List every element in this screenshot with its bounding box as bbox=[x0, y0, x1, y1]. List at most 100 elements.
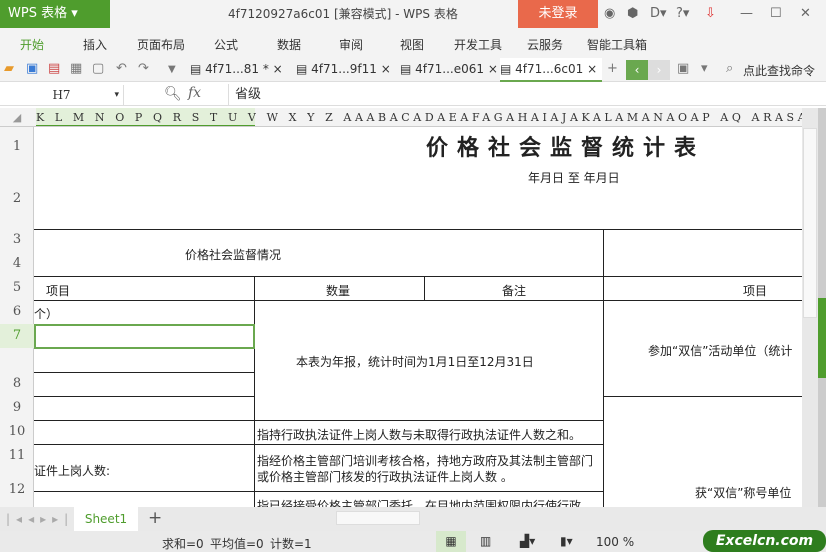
doc-tab-1[interactable]: ▤ 4f71...81 * × bbox=[190, 58, 290, 82]
page-layout-icon[interactable]: ▟▾ bbox=[520, 534, 535, 548]
print-preview-icon[interactable]: ▢ bbox=[92, 61, 104, 76]
menu-formula[interactable]: 公式 bbox=[214, 36, 238, 53]
row-2[interactable]: 2 bbox=[0, 191, 34, 206]
app-name: WPS 表格 bbox=[8, 6, 68, 21]
tab-label: 4f71...81 * bbox=[205, 62, 269, 76]
sheet-tab-sheet1[interactable]: Sheet1 bbox=[74, 507, 138, 531]
doc-tab-2[interactable]: ▤ 4f71...9f11 × bbox=[296, 58, 396, 82]
minimize-icon[interactable]: — bbox=[740, 6, 753, 21]
tab-label: 4f71...9f11 bbox=[311, 62, 377, 76]
close-tab-icon[interactable]: × bbox=[587, 62, 597, 76]
status-average: 平均值=0 bbox=[210, 537, 264, 551]
search-icon[interactable]: ⌕ bbox=[726, 61, 733, 76]
menu-developer[interactable]: 开发工具 bbox=[454, 36, 502, 53]
tab-label: 4f71...6c01 bbox=[515, 62, 584, 76]
row-11[interactable]: 11 bbox=[0, 448, 34, 463]
vertical-scrollbar[interactable] bbox=[802, 108, 818, 507]
wps-menu-button[interactable]: WPS 表格 ▾ bbox=[0, 0, 110, 28]
more-dropdown-icon[interactable]: ▼ bbox=[168, 64, 176, 75]
add-sheet-icon[interactable]: + bbox=[148, 508, 162, 528]
doc-tab-3[interactable]: ▤ 4f71...e061 × bbox=[400, 58, 500, 82]
cell-ref: H7 bbox=[52, 88, 71, 102]
row-6[interactable]: 6 bbox=[0, 304, 34, 319]
undo-icon[interactable]: ↶ bbox=[116, 61, 127, 76]
name-box[interactable]: H7 ▾ bbox=[0, 85, 124, 105]
row-12[interactable]: 12 bbox=[0, 482, 34, 497]
doc-icon: ▤ bbox=[500, 62, 516, 76]
status-count: 计数=1 bbox=[270, 537, 312, 551]
header-item: 项目 bbox=[46, 284, 71, 298]
help-icon[interactable]: ?▾ bbox=[676, 6, 689, 21]
menu-toolbox[interactable]: 智能工具箱 bbox=[587, 36, 647, 53]
menu-home[interactable]: 开始 bbox=[20, 36, 44, 53]
header-note: 备注 bbox=[502, 284, 527, 298]
header-item-2: 项目 bbox=[743, 284, 768, 298]
zoom-level[interactable]: 100 % bbox=[596, 535, 634, 549]
doc-tab-4[interactable]: ▤ 4f71...6c01 × bbox=[500, 58, 602, 82]
row-8[interactable]: 8 bbox=[0, 376, 34, 391]
formula-input[interactable]: 省级 bbox=[228, 84, 826, 106]
redo-icon[interactable]: ↷ bbox=[138, 61, 149, 76]
page-break-view-icon[interactable]: ▥ bbox=[480, 534, 491, 548]
sheet-nav-icons[interactable]: |◂◂▸▸| bbox=[6, 512, 74, 526]
export-pdf-icon[interactable]: ▤ bbox=[48, 61, 60, 76]
fx-icon[interactable]: fx bbox=[188, 85, 201, 101]
select-all-icon[interactable]: ◢ bbox=[0, 108, 34, 126]
menu-cloud[interactable]: 云服务 bbox=[527, 36, 563, 53]
doc-icon: ▤ bbox=[400, 62, 416, 76]
prev-tab-icon[interactable]: ‹ bbox=[626, 60, 648, 80]
menu-page-layout[interactable]: 页面布局 bbox=[137, 36, 185, 53]
eye-protect-icon[interactable]: ▮▾ bbox=[560, 534, 573, 548]
note-merged: 本表为年报，统计时间为1月1日至12月31日 bbox=[296, 355, 534, 369]
r11-note: 指持行政执法证件上岗人数与未取得行政执法证件人数之和。 bbox=[257, 428, 582, 442]
login-button[interactable]: 未登录 bbox=[518, 0, 598, 28]
r12-label: 证件上岗人数: bbox=[34, 464, 111, 478]
row-7[interactable]: 7 bbox=[0, 324, 34, 348]
row-1[interactable]: 1 bbox=[0, 139, 34, 154]
search-command[interactable]: 点此查找命令 bbox=[743, 62, 815, 79]
row-4[interactable]: 4 bbox=[0, 256, 34, 271]
horizontal-scrollbar[interactable] bbox=[300, 511, 790, 525]
next-tab-icon[interactable]: › bbox=[648, 60, 670, 80]
open-icon[interactable]: ▰ bbox=[4, 61, 14, 76]
close-tab-icon[interactable]: × bbox=[488, 62, 498, 76]
window-title: 4f7120927a6c01 [兼容模式] - WPS 表格 bbox=[228, 7, 458, 21]
cell-r6: 个） bbox=[34, 307, 59, 321]
r13-note: 指已经接受价格主管部门委托，在目地内范围权限内行使行政 bbox=[257, 499, 582, 507]
menu-view[interactable]: 视图 bbox=[400, 36, 424, 53]
close-tab-icon[interactable]: × bbox=[273, 62, 283, 76]
menu-data[interactable]: 数据 bbox=[277, 36, 301, 53]
doc-icon: ▤ bbox=[190, 62, 206, 76]
download-icon[interactable]: ⇩ bbox=[705, 6, 716, 21]
column-letters[interactable]: K L M N O P Q R S T U V W X Y Z AAABACAD… bbox=[36, 108, 802, 126]
print-icon[interactable]: ▦ bbox=[70, 61, 82, 76]
doc-icon: ▤ bbox=[296, 62, 312, 76]
row-3[interactable]: 3 bbox=[0, 232, 34, 247]
r12-note: 指经价格主管部门培训考核合格，持地方政府及其法制主管部门或价格主管部门核发的行政… bbox=[257, 454, 594, 484]
status-sum: 求和=0 bbox=[162, 537, 204, 551]
row-9[interactable]: 9 bbox=[0, 400, 34, 415]
row-5[interactable]: 5 bbox=[0, 280, 34, 295]
maximize-icon[interactable]: ☐ bbox=[770, 6, 782, 21]
save-icon[interactable]: ▣ bbox=[26, 61, 38, 76]
selected-cell-h7[interactable] bbox=[34, 324, 255, 349]
filter-icon[interactable]: ▾ bbox=[701, 61, 708, 76]
dropdown-icon: ▾ bbox=[71, 6, 78, 21]
menu-review[interactable]: 审阅 bbox=[339, 36, 363, 53]
present-icon[interactable]: ▣ bbox=[677, 61, 689, 76]
feedback-icon[interactable]: D▾ bbox=[650, 6, 667, 21]
row-header: 1 2 3 4 5 6 7 8 9 10 11 12 bbox=[0, 127, 34, 507]
settings-icon[interactable]: ⬢ bbox=[627, 6, 638, 21]
menu-insert[interactable]: 插入 bbox=[83, 36, 107, 53]
close-tab-icon[interactable]: × bbox=[381, 62, 391, 76]
close-icon[interactable]: ✕ bbox=[800, 6, 811, 21]
tab-label: 4f71...e061 bbox=[415, 62, 485, 76]
row-10[interactable]: 10 bbox=[0, 424, 34, 439]
column-header: ◢ K L M N O P Q R S T U V W X Y Z AAABAC… bbox=[0, 108, 802, 127]
normal-view-icon[interactable]: ▦ bbox=[436, 531, 466, 552]
date-range: 年月日 至 年月日 bbox=[528, 171, 620, 185]
watermark-logo: Excelcn.com bbox=[703, 530, 826, 552]
skin-icon[interactable]: ◉ bbox=[604, 6, 615, 21]
new-tab-icon[interactable]: + bbox=[607, 61, 618, 76]
zoom-formula-icon[interactable]: 🔍︎ bbox=[164, 86, 182, 102]
